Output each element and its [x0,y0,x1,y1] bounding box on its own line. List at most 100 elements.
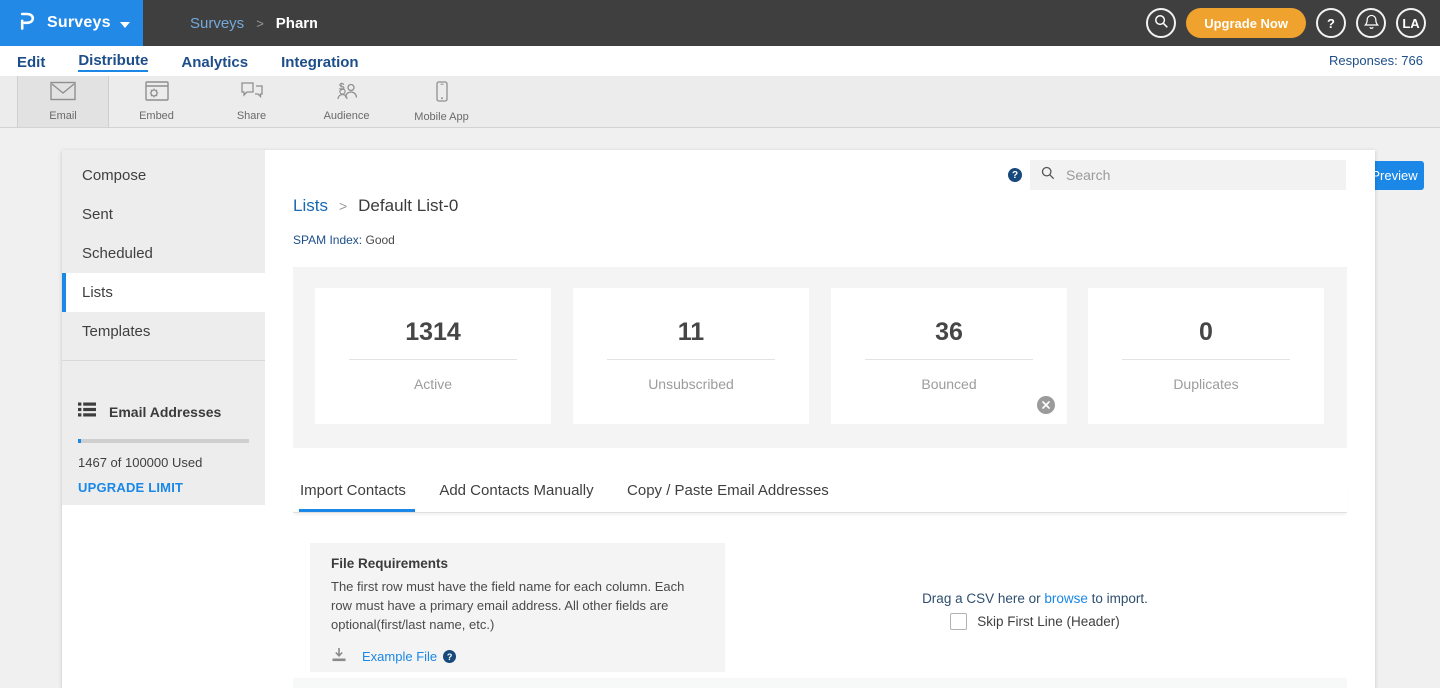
channel-label: Email [49,110,77,122]
file-requirements-box: File Requirements The first row must hav… [310,543,725,672]
stat-card-bounced: 36 Bounced [831,288,1067,424]
breadcrumb-separator: > [339,198,347,214]
questionpro-logo-icon [16,9,38,38]
channel-share[interactable]: Share [204,76,299,127]
email-addresses-title: Email Addresses [109,404,221,420]
sidebar-item-templates[interactable]: Templates [62,312,265,351]
channel-email[interactable]: Email [17,76,109,127]
tab-copy-paste-email-addresses[interactable]: Copy / Paste Email Addresses [627,482,829,512]
skip-first-line-row: Skip First Line (Header) [745,613,1325,630]
tab-analytics[interactable]: Analytics [181,52,248,71]
content-card: Compose Sent Scheduled Lists Templates E… [62,150,1375,688]
sidebar-item-sent[interactable]: Sent [62,195,265,234]
file-requirements-body: The first row must have the field name f… [331,578,699,635]
email-sidebar-nav: Compose Sent Scheduled Lists Templates [62,150,265,351]
next-section-edge [293,678,1347,688]
usage-progress-bar [78,439,249,443]
product-switcher[interactable]: Surveys [0,0,143,46]
search-input[interactable] [1064,166,1335,184]
channel-embed[interactable]: Embed [109,76,204,127]
bell-icon [1364,14,1379,33]
stat-card-duplicates: 0 Duplicates [1088,288,1324,424]
stat-value: 36 [831,318,1067,347]
avatar[interactable]: LA [1396,8,1426,38]
audience-icon: $ [334,81,360,106]
app-window: Surveys Surveys > Pharma Upgrade Now ? L… [0,0,1440,688]
upgrade-now-button[interactable]: Upgrade Now [1186,8,1306,38]
stat-label: Unsubscribed [573,376,809,392]
tab-distribute[interactable]: Distribute [78,50,148,72]
tab-import-contacts[interactable]: Import Contacts [300,482,406,512]
embed-icon [145,81,169,106]
sidebar-item-compose[interactable]: Compose [62,156,265,195]
product-label: Surveys [47,14,111,32]
skip-first-line-label: Skip First Line (Header) [977,614,1120,629]
stat-value: 11 [573,318,809,347]
stat-label: Bounced [831,376,1067,392]
list-stats-panel: 1314 Active 11 Unsubscribed 36 Bounced 0 [293,267,1347,448]
stat-divider [607,359,775,360]
current-list-name: Default List-0 [358,196,458,216]
survey-nav-tabs: Edit Distribute Analytics Integration [17,46,359,76]
breadcrumb: Surveys > Pharma [190,0,317,46]
spam-index: SPAM Index: Good [293,233,395,247]
browse-link[interactable]: browse [1044,591,1088,606]
sidebar-item-lists[interactable]: Lists [62,273,265,312]
breadcrumb-surveys-link[interactable]: Surveys [190,15,244,32]
example-file-help-icon[interactable]: ? [443,650,456,663]
file-requirements-title: File Requirements [331,556,704,571]
notifications-button[interactable] [1356,8,1386,38]
csv-dropzone[interactable]: Drag a CSV here or browse to import. [745,591,1325,606]
contact-tabs: Import Contacts Add Contacts Manually Co… [293,482,1347,513]
mobile-icon [436,81,448,107]
responses-count[interactable]: Responses: 766 [1329,53,1423,68]
tab-edit[interactable]: Edit [17,52,45,71]
stat-value: 1314 [315,318,551,347]
list-help-icon[interactable]: ? [1008,168,1022,182]
lists-link[interactable]: Lists [293,196,328,216]
search-icon [1041,166,1055,185]
download-icon [331,647,347,667]
close-icon [1042,396,1050,414]
search-button[interactable] [1146,8,1176,38]
list-icon [78,402,96,422]
stat-label: Active [315,376,551,392]
email-addresses-section: Email Addresses 1467 of 100000 Used UPGR… [62,390,265,495]
clear-bounced-button[interactable] [1037,396,1055,414]
sidebar-item-scheduled[interactable]: Scheduled [62,234,265,273]
spam-index-value: Good [365,233,394,247]
stat-card-active: 1314 Active [315,288,551,424]
channel-label: Mobile App [414,111,468,123]
contact-search[interactable] [1030,160,1346,190]
tab-add-contacts-manually[interactable]: Add Contacts Manually [439,482,593,512]
preview-label: Preview [1371,168,1417,183]
dropzone-text: to import. [1088,591,1148,606]
skip-first-line-checkbox[interactable] [950,613,967,630]
list-breadcrumb: Lists > Default List-0 [293,196,458,216]
stat-value: 0 [1088,318,1324,347]
chevron-down-icon [120,15,130,33]
usage-progress-fill [78,439,81,443]
help-button[interactable]: ? [1316,8,1346,38]
dropzone-text: Drag a CSV here or [922,591,1044,606]
example-file-link[interactable]: Example File [362,649,437,664]
channel-label: Share [237,110,266,122]
distribute-channels: Email Embed Share $ Audience Mobile App [0,76,1440,127]
distribute-toolbar: Email Embed Share $ Audience Mobile App … [0,76,1440,128]
tab-integration[interactable]: Integration [281,52,359,71]
email-sidebar: Compose Sent Scheduled Lists Templates E… [62,150,265,505]
channel-label: Audience [324,110,370,122]
search-icon [1154,14,1169,32]
stat-divider [1122,359,1290,360]
top-bar-actions: Upgrade Now ? LA [1146,8,1426,38]
stat-card-unsubscribed: 11 Unsubscribed [573,288,809,424]
channel-audience[interactable]: $ Audience [299,76,394,127]
email-icon [50,81,76,106]
channel-mobile-app[interactable]: Mobile App [394,76,489,127]
breadcrumb-separator: > [256,16,264,31]
top-app-bar: Surveys Surveys > Pharma Upgrade Now ? L… [0,0,1440,46]
channel-label: Embed [139,110,174,122]
share-icon [240,81,264,106]
stat-label: Duplicates [1088,376,1324,392]
upgrade-limit-link[interactable]: UPGRADE LIMIT [78,480,249,495]
